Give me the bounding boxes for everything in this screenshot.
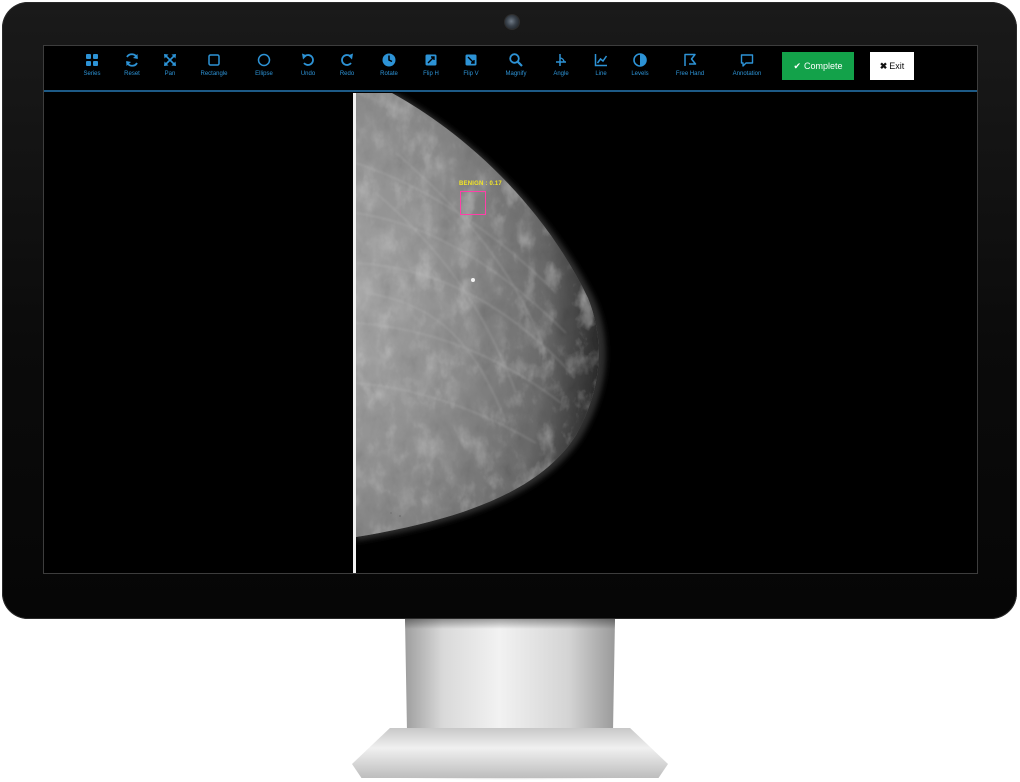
tool-label: Flip V	[463, 71, 479, 77]
tool-series[interactable]: Series	[70, 50, 114, 82]
tool-annotation[interactable]: Annotation	[725, 50, 769, 82]
tool-label: Annotation	[732, 71, 762, 77]
flip-h-icon	[425, 54, 437, 66]
close-icon: ✖	[879, 60, 888, 71]
complete-button[interactable]: ✔ Complete	[782, 52, 854, 80]
left-viewport[interactable]	[44, 93, 352, 573]
speech-bubble-icon	[740, 54, 754, 67]
rotate-icon	[382, 53, 396, 67]
tool-label: Redo	[339, 71, 355, 77]
viewer-toolbar: Series Reset Pan Rectangle Ellipse Undo …	[44, 46, 977, 92]
tool-label: Rectangle	[200, 71, 228, 77]
tool-levels[interactable]: Levels	[618, 50, 662, 82]
freehand-icon	[684, 53, 697, 66]
tool-label: Series	[83, 71, 101, 77]
angle-icon	[556, 54, 566, 66]
pan-arrows-icon	[164, 54, 176, 66]
grid-icon	[86, 54, 98, 66]
tool-ellipse[interactable]: Ellipse	[242, 50, 286, 82]
refresh-icon	[126, 53, 138, 67]
tool-pan[interactable]: Pan	[148, 50, 192, 82]
webcam-icon	[504, 14, 520, 30]
tool-line[interactable]: Line	[579, 50, 623, 82]
exit-label: Exit	[889, 61, 905, 71]
tool-rotate[interactable]: Rotate	[367, 50, 411, 82]
flip-v-icon	[465, 54, 477, 66]
mammogram-image	[356, 93, 606, 541]
viewer-screen: Series Reset Pan Rectangle Ellipse Undo …	[43, 45, 978, 574]
tool-flip-h[interactable]: Flip H	[409, 50, 453, 82]
undo-icon	[302, 53, 314, 66]
complete-label: Complete	[804, 61, 843, 71]
check-icon: ✔	[793, 60, 801, 71]
stand-shadow	[405, 619, 615, 629]
exit-button[interactable]: ✖ Exit	[870, 52, 914, 80]
monitor-stand-neck	[405, 619, 615, 737]
right-viewport[interactable]: BENIGN : 0.17	[356, 93, 977, 573]
tool-label: Ellipse	[255, 71, 273, 77]
tool-label: Flip H	[423, 71, 439, 77]
contrast-icon	[633, 53, 647, 67]
finding-bounding-box[interactable]	[460, 191, 486, 215]
tool-rectangle[interactable]: Rectangle	[192, 50, 236, 82]
ellipse-icon	[257, 53, 271, 67]
finding-label: BENIGN : 0.17	[459, 181, 502, 187]
redo-icon	[341, 53, 353, 66]
tool-free-hand[interactable]: Free Hand	[668, 50, 712, 82]
tool-redo[interactable]: Redo	[325, 50, 369, 82]
tool-label: Free Hand	[675, 71, 705, 77]
tool-label: Angle	[553, 71, 569, 77]
tool-magnify[interactable]: Magnify	[494, 50, 538, 82]
tool-angle[interactable]: Angle	[539, 50, 583, 82]
magnify-icon	[509, 53, 523, 67]
tool-flip-v[interactable]: Flip V	[449, 50, 493, 82]
tool-label: Pan	[164, 71, 176, 77]
tool-label: Levels	[631, 71, 649, 77]
tool-label: Reset	[124, 71, 140, 77]
tool-label: Magnify	[505, 71, 527, 77]
monitor-stand-base	[352, 728, 668, 778]
tool-label: Line	[595, 71, 607, 77]
tool-label: Rotate	[380, 71, 398, 77]
tool-label: Undo	[300, 71, 316, 77]
rectangle-icon	[208, 54, 220, 66]
monitor-mockup: Series Reset Pan Rectangle Ellipse Undo …	[0, 0, 1020, 782]
tool-undo[interactable]: Undo	[286, 50, 330, 82]
line-chart-icon	[594, 54, 608, 67]
